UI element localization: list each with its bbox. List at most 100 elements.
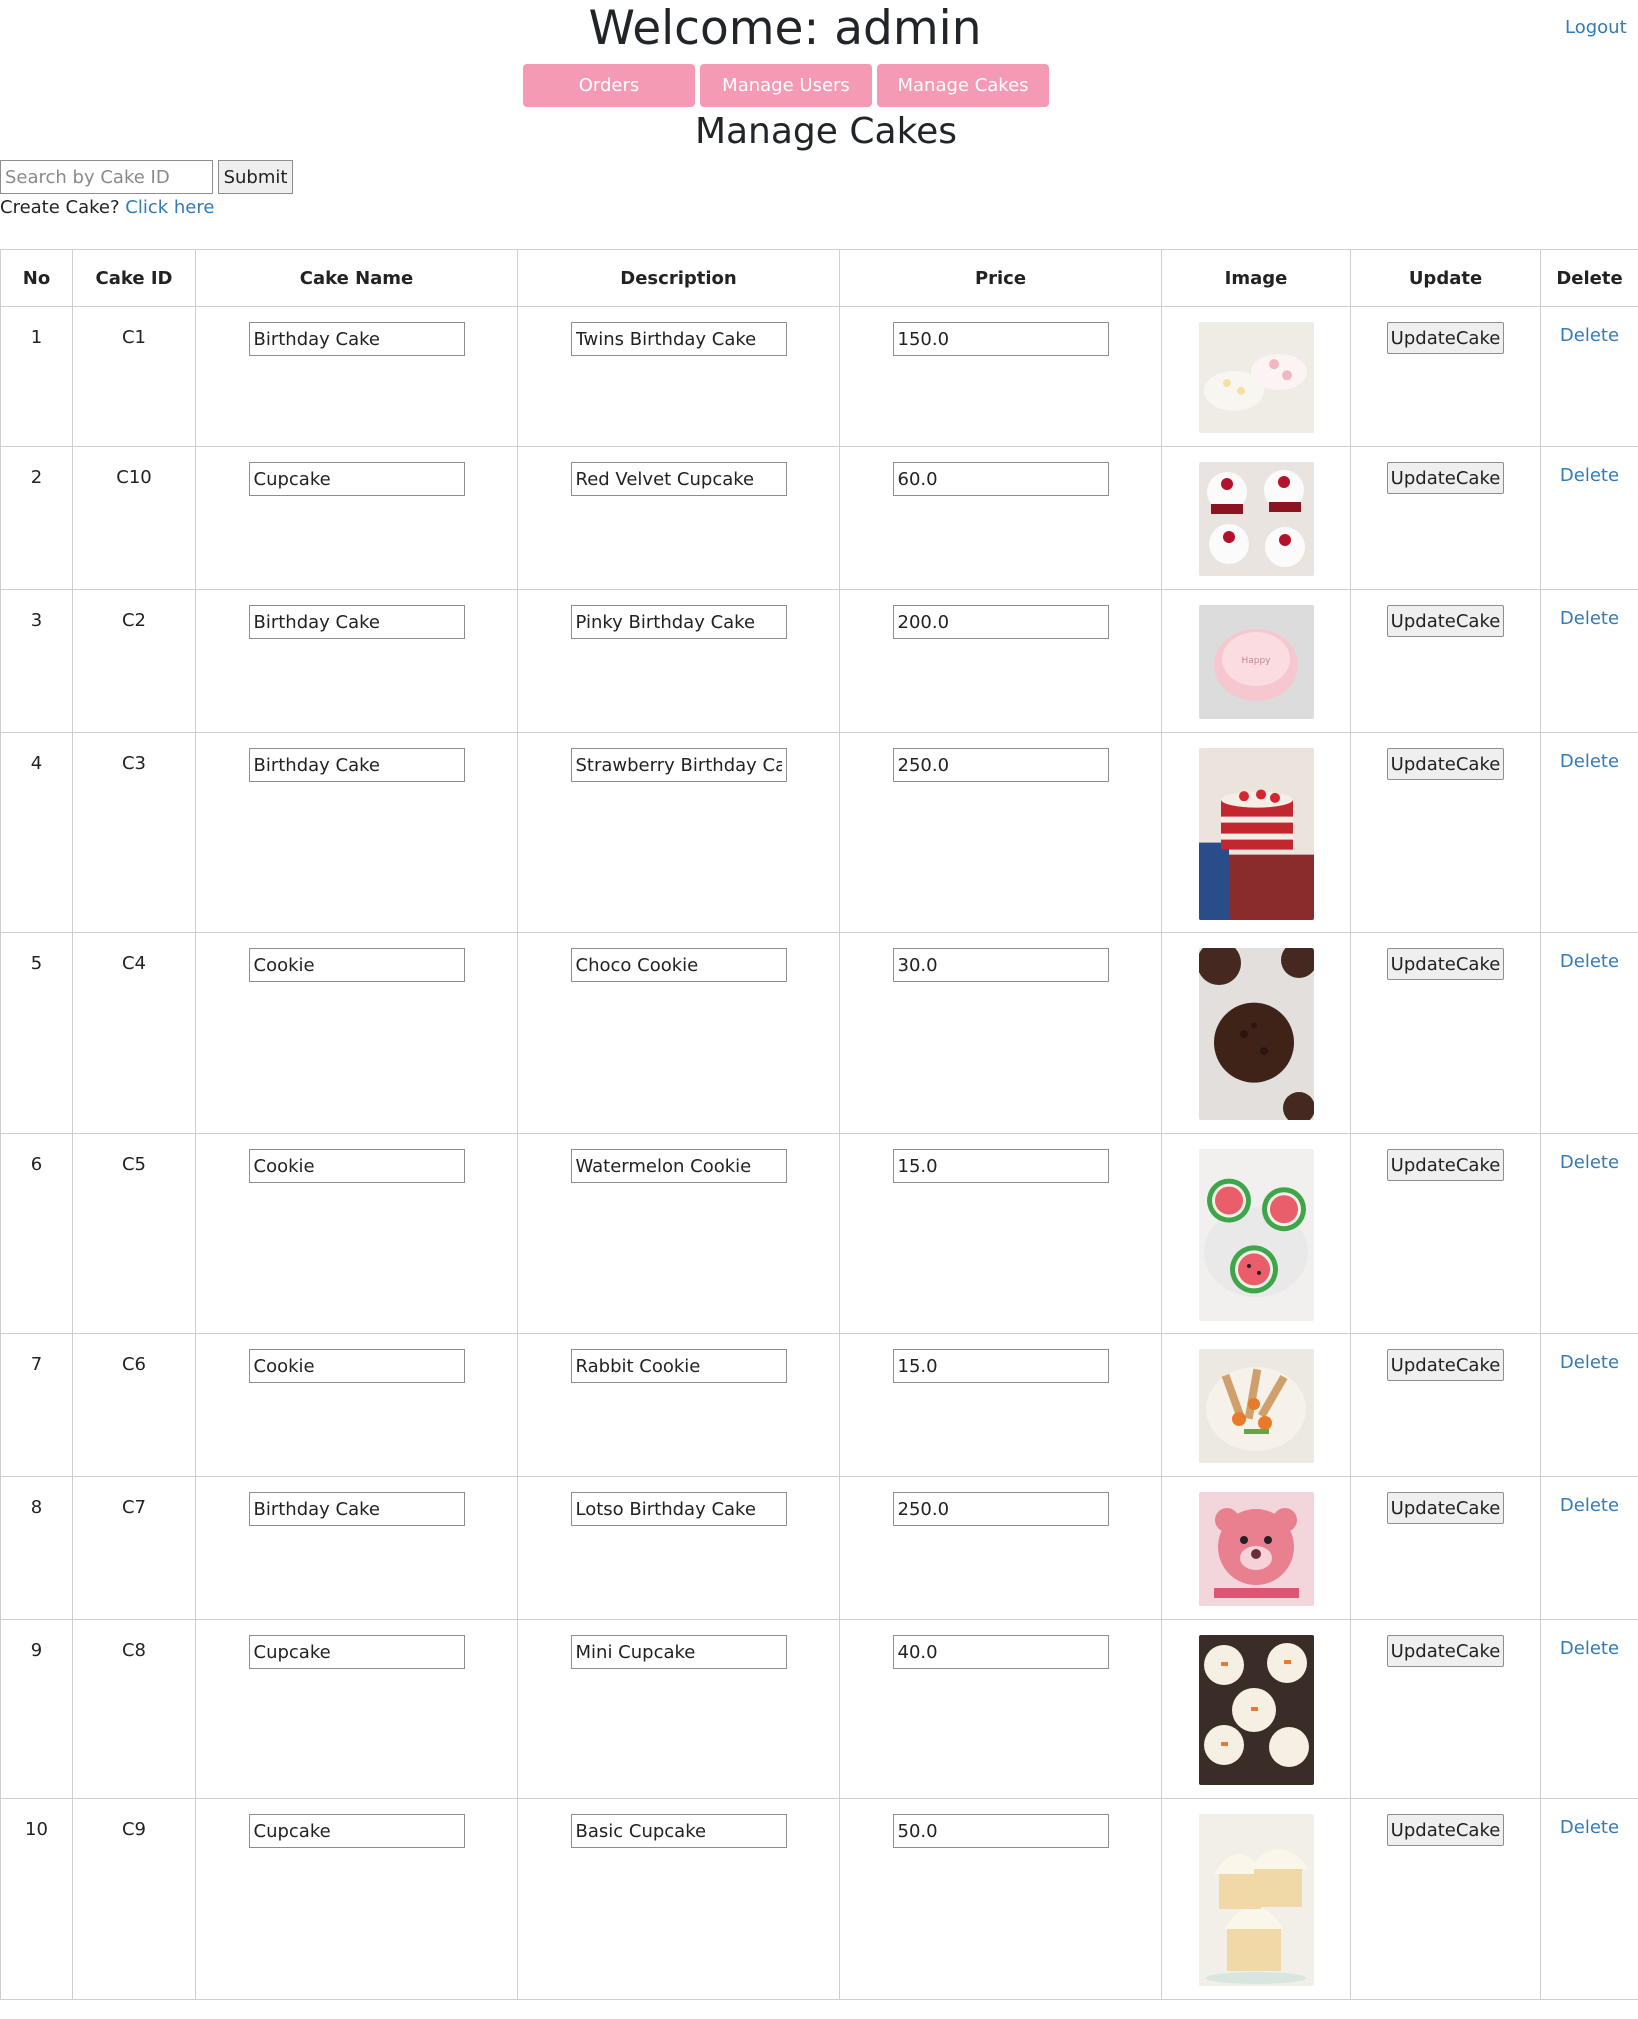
update-cake-button[interactable]: UpdateCake <box>1387 322 1504 354</box>
update-cake-button[interactable]: UpdateCake <box>1387 1492 1504 1524</box>
image-cell <box>1161 732 1351 933</box>
price-input[interactable] <box>892 948 1109 982</box>
cake-name-cell <box>195 306 518 447</box>
row-number: 6 <box>0 1133 73 1334</box>
row-number: 4 <box>0 732 73 933</box>
row-number: 3 <box>0 589 73 733</box>
table-row: 10C9 UpdateCake Delete <box>0 1798 1638 2000</box>
cake-name-input[interactable] <box>248 1149 465 1183</box>
description-input[interactable] <box>570 1349 787 1383</box>
price-cell <box>839 1333 1162 1477</box>
update-cell: UpdateCake <box>1350 1619 1541 1799</box>
cake-name-input[interactable] <box>248 1635 465 1669</box>
cake-name-input[interactable] <box>248 1349 465 1383</box>
cake-id: C10 <box>72 446 196 590</box>
price-input[interactable] <box>892 1814 1109 1848</box>
delete-link[interactable]: Delete <box>1560 751 1619 772</box>
image-cell <box>1161 1476 1351 1620</box>
update-cell: UpdateCake <box>1350 732 1541 933</box>
submit-button[interactable]: Submit <box>218 160 293 194</box>
table-row: 8C7 UpdateCake Delete <box>0 1476 1638 1620</box>
price-input[interactable] <box>892 1149 1109 1183</box>
manage-users-button[interactable]: Manage Users <box>700 64 872 107</box>
image-cell <box>1161 1619 1351 1799</box>
update-cake-button[interactable]: UpdateCake <box>1387 605 1504 637</box>
image-cell <box>1161 1333 1351 1477</box>
delete-link[interactable]: Delete <box>1560 1152 1619 1173</box>
description-input[interactable] <box>570 322 787 356</box>
description-cell <box>517 1133 840 1334</box>
cake-name-input[interactable] <box>248 948 465 982</box>
price-input[interactable] <box>892 1492 1109 1526</box>
choco-cookie-photo <box>1198 948 1314 1120</box>
delete-link[interactable]: Delete <box>1560 1495 1619 1516</box>
cake-name-input[interactable] <box>248 748 465 782</box>
delete-link[interactable]: Delete <box>1560 1638 1619 1659</box>
price-input[interactable] <box>892 748 1109 782</box>
description-input[interactable] <box>570 1149 787 1183</box>
delete-link[interactable]: Delete <box>1560 1817 1619 1838</box>
update-cake-button[interactable]: UpdateCake <box>1387 748 1504 780</box>
description-cell <box>517 1619 840 1799</box>
delete-link[interactable]: Delete <box>1560 951 1619 972</box>
cake-name-input[interactable] <box>248 1492 465 1526</box>
update-cake-button[interactable]: UpdateCake <box>1387 1349 1504 1381</box>
price-cell <box>839 306 1162 447</box>
update-cake-button[interactable]: UpdateCake <box>1387 1635 1504 1667</box>
table-row: 4C3 UpdateCake Delete <box>0 732 1638 933</box>
description-cell <box>517 589 840 733</box>
cake-name-cell <box>195 1798 518 2000</box>
cake-name-input[interactable] <box>248 605 465 639</box>
price-input[interactable] <box>892 1349 1109 1383</box>
table-row: 9C8 UpdateCake Delete <box>0 1619 1638 1799</box>
delete-cell: Delete <box>1540 1333 1638 1477</box>
price-input[interactable] <box>892 1635 1109 1669</box>
row-number: 7 <box>0 1333 73 1477</box>
description-input[interactable] <box>570 1635 787 1669</box>
description-input[interactable] <box>570 462 787 496</box>
description-cell <box>517 306 840 447</box>
image-cell <box>1161 446 1351 590</box>
logout-link[interactable]: Logout <box>1565 17 1627 38</box>
image-cell <box>1161 1133 1351 1334</box>
description-input[interactable] <box>570 748 787 782</box>
description-input[interactable] <box>570 948 787 982</box>
cake-id: C4 <box>72 932 196 1134</box>
svg-text:Happy: Happy <box>1241 656 1271 666</box>
update-cake-button[interactable]: UpdateCake <box>1387 1149 1504 1181</box>
row-number: 1 <box>0 306 73 447</box>
price-input[interactable] <box>892 605 1109 639</box>
delete-link[interactable]: Delete <box>1560 608 1619 629</box>
update-cake-button[interactable]: UpdateCake <box>1387 1814 1504 1846</box>
description-input[interactable] <box>570 1814 787 1848</box>
cake-name-input[interactable] <box>248 322 465 356</box>
table-row: 1C1 UpdateCake Delete <box>0 306 1638 447</box>
price-cell <box>839 1476 1162 1620</box>
cake-name-input[interactable] <box>248 462 465 496</box>
cake-name-input[interactable] <box>248 1814 465 1848</box>
orders-button[interactable]: Orders <box>523 64 695 107</box>
delete-link[interactable]: Delete <box>1560 465 1619 486</box>
delete-link[interactable]: Delete <box>1560 1352 1619 1373</box>
page-title: Manage Cakes <box>694 111 958 152</box>
header-delete: Delete <box>1540 249 1638 307</box>
description-input[interactable] <box>570 1492 787 1526</box>
price-input[interactable] <box>892 462 1109 496</box>
create-cake-row: Create Cake? Click here <box>0 197 214 218</box>
delete-cell: Delete <box>1540 932 1638 1134</box>
cakes-table: No Cake ID Cake Name Description Price I… <box>0 249 1638 2000</box>
delete-cell: Delete <box>1540 1476 1638 1620</box>
description-input[interactable] <box>570 605 787 639</box>
delete-link[interactable]: Delete <box>1560 325 1619 346</box>
update-cake-button[interactable]: UpdateCake <box>1387 462 1504 494</box>
update-cell: UpdateCake <box>1350 306 1541 447</box>
manage-cakes-button[interactable]: Manage Cakes <box>877 64 1049 107</box>
update-cell: UpdateCake <box>1350 1133 1541 1334</box>
nav-bar: Orders Manage Users Manage Cakes <box>523 64 1049 107</box>
header-cake-name: Cake Name <box>195 249 518 307</box>
search-input[interactable] <box>0 160 213 194</box>
update-cake-button[interactable]: UpdateCake <box>1387 948 1504 980</box>
price-input[interactable] <box>892 322 1109 356</box>
create-cake-link[interactable]: Click here <box>125 197 214 218</box>
strawberry-cake-photo <box>1198 748 1314 920</box>
